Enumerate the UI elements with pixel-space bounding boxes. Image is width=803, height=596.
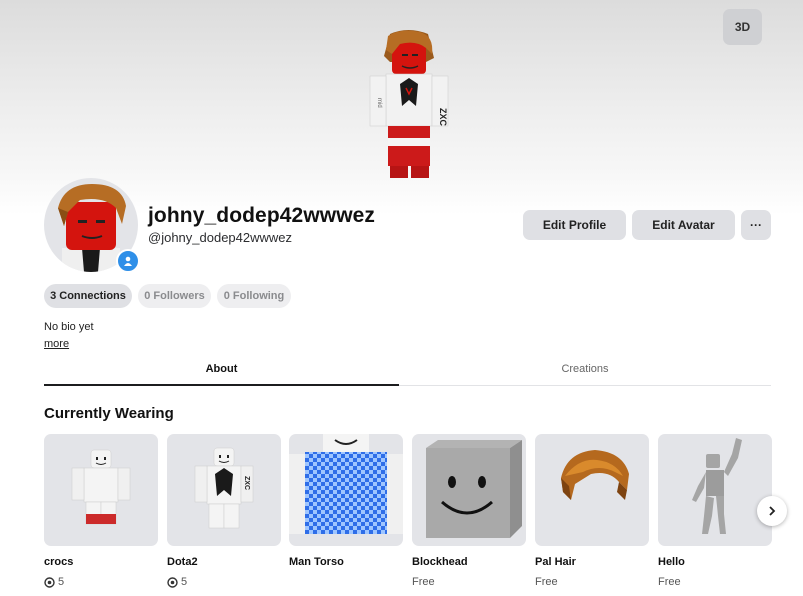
blockhead-thumbnail-icon — [426, 440, 522, 538]
item-price: Free — [535, 576, 558, 588]
user-badge-icon — [116, 249, 140, 273]
item-name[interactable]: Dota2 — [167, 556, 198, 568]
item-name[interactable]: Hello — [658, 556, 685, 568]
tab-about[interactable]: About — [44, 352, 399, 386]
tab-active-indicator — [44, 384, 399, 386]
chevron-right-icon — [769, 506, 776, 516]
item-name[interactable]: Pal Hair — [535, 556, 576, 568]
item-name[interactable]: crocs — [44, 556, 73, 568]
hello-emote-thumbnail-icon — [692, 438, 742, 534]
robux-icon — [167, 576, 178, 588]
crocs-thumbnail-icon — [71, 449, 131, 525]
more-options-button[interactable]: ··· — [741, 210, 771, 240]
item-card-crocs[interactable] — [44, 434, 158, 546]
following-pill[interactable]: 0 Following — [217, 284, 291, 308]
edit-profile-button[interactable]: Edit Profile — [523, 210, 626, 240]
section-title: Currently Wearing — [44, 405, 174, 422]
svg-text:ZXC: ZXC — [243, 476, 250, 490]
item-card-hello[interactable] — [658, 434, 772, 546]
username: @johny_dodep42wwwez — [148, 230, 293, 245]
item-name[interactable]: Blockhead — [412, 556, 468, 568]
svg-text:ZXC: ZXC — [438, 108, 448, 127]
dota2-thumbnail-icon: ZXC — [194, 447, 254, 529]
edit-avatar-button[interactable]: Edit Avatar — [632, 210, 735, 240]
item-card-man-torso[interactable] — [289, 434, 403, 546]
robux-icon — [44, 576, 55, 588]
item-price: 5 — [167, 576, 187, 588]
item-price: Free — [658, 576, 681, 588]
display-name: johny_dodep42wwwez — [148, 204, 376, 227]
view-3d-button[interactable]: 3D — [723, 9, 762, 45]
item-price-value: 5 — [181, 576, 188, 588]
svg-text:mid: mid — [376, 98, 382, 108]
avatar-render: ZXC mid — [369, 30, 449, 178]
item-price-value: 5 — [58, 576, 65, 588]
bio-more-link[interactable]: more — [44, 338, 69, 350]
bio-text: No bio yet — [44, 321, 94, 333]
carousel-next-button[interactable] — [757, 496, 787, 526]
item-price: Free — [412, 576, 435, 588]
tab-creations[interactable]: Creations — [399, 352, 771, 386]
connections-pill[interactable]: 3 Connections — [44, 284, 132, 308]
item-price: 5 — [44, 576, 64, 588]
item-card-pal-hair[interactable] — [535, 434, 649, 546]
item-name[interactable]: Man Torso — [289, 556, 344, 568]
man-torso-thumbnail-icon — [289, 434, 403, 534]
item-card-dota2[interactable]: ZXC — [167, 434, 281, 546]
item-card-blockhead[interactable] — [412, 434, 526, 546]
followers-pill[interactable]: 0 Followers — [138, 284, 211, 308]
pal-hair-thumbnail-icon — [561, 450, 629, 500]
